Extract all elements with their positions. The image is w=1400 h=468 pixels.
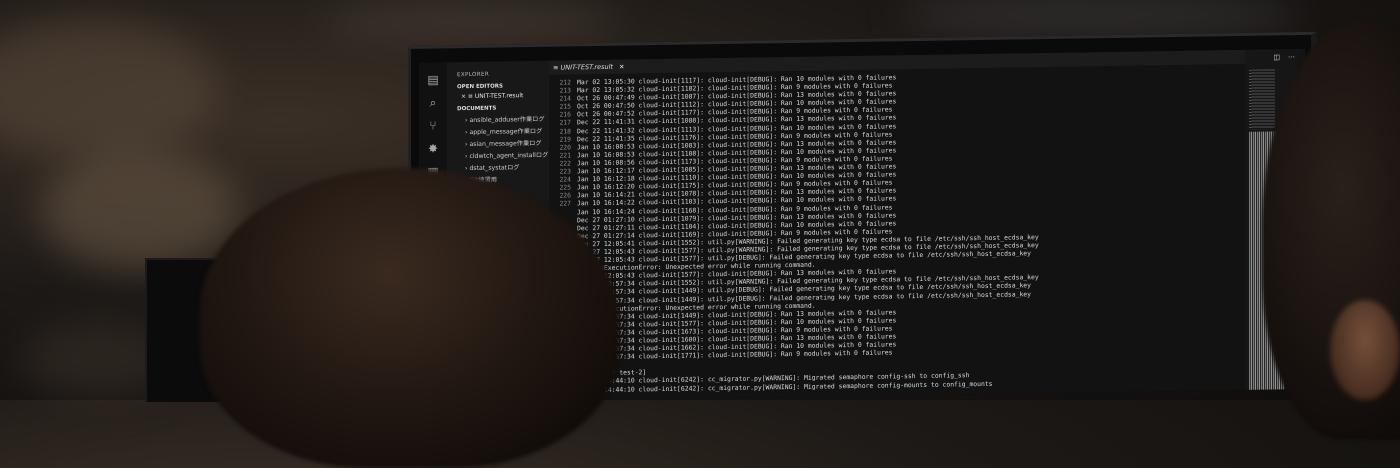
minimap-preview bbox=[1249, 69, 1275, 129]
folder-item[interactable]: › ansible_adduser作業ログ bbox=[447, 111, 549, 125]
source-control-icon[interactable]: ⑂ bbox=[426, 118, 440, 132]
close-tab-icon[interactable]: × bbox=[619, 63, 624, 71]
explorer-title: EXPLORER bbox=[447, 61, 549, 79]
line-number: 227 bbox=[549, 200, 571, 208]
person-ear bbox=[1330, 300, 1400, 400]
editor-pane[interactable]: ≡ UNIT-TEST.result × 212Mar 02 13:05:30 … bbox=[549, 50, 1245, 401]
tab-unit-test-result[interactable]: ≡ UNIT-TEST.result bbox=[553, 63, 613, 72]
split-editor-icon[interactable]: ◫ bbox=[1273, 53, 1280, 61]
editor-actions: ◫ ⋯ bbox=[1273, 53, 1295, 61]
folder-item[interactable]: › cldwtch_agent_installログ bbox=[447, 147, 549, 161]
background-blur bbox=[40, 150, 240, 270]
debug-icon[interactable]: ✸ bbox=[426, 141, 440, 155]
more-actions-icon[interactable]: ⋯ bbox=[1288, 53, 1295, 61]
log-text[interactable]: 212Mar 02 13:05:30 cloud-init[1117]: clo… bbox=[549, 68, 1245, 401]
background-blur bbox=[320, 0, 620, 40]
search-icon[interactable]: ⌕ bbox=[426, 95, 440, 109]
folder-item[interactable]: › apple_message作業ログ bbox=[447, 123, 549, 137]
background-blur bbox=[0, 20, 220, 160]
files-icon[interactable]: ▤ bbox=[426, 72, 440, 86]
folder-item[interactable]: › asian_message作業ログ bbox=[447, 135, 549, 149]
